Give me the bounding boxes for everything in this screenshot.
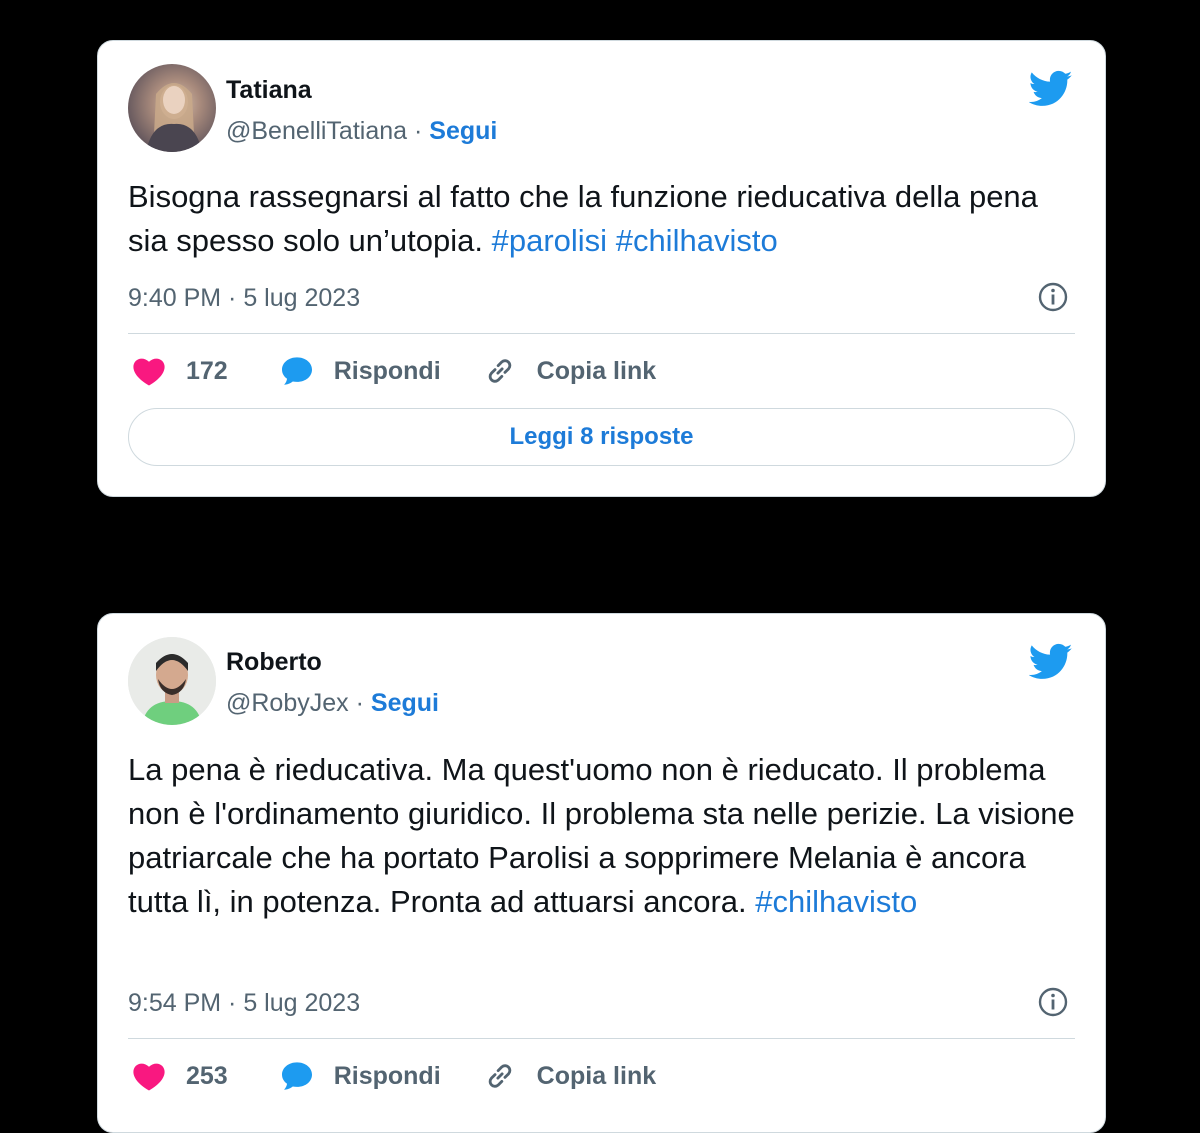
link-icon: [488, 359, 511, 383]
action-bar: 253 Rispondi Copia link: [132, 1056, 656, 1096]
copy-link-button[interactable]: Copia link: [483, 354, 656, 388]
twitter-bird-icon[interactable]: [1029, 70, 1073, 108]
tweet-card: Tatiana @BenelliTatiana · Segui Bisogna …: [97, 40, 1106, 497]
author-name[interactable]: Roberto: [226, 647, 322, 677]
like-button[interactable]: 172: [132, 356, 228, 386]
tweet-text: Bisogna rassegnarsi al fatto che la funz…: [128, 175, 1078, 263]
hashtag-link[interactable]: #parolisi: [492, 223, 607, 258]
copy-link-label: Copia link: [536, 1061, 657, 1090]
read-replies-button[interactable]: Leggi 8 risposte: [128, 408, 1075, 466]
link-icon: [488, 1064, 511, 1088]
reply-label: Rispondi: [333, 1061, 441, 1090]
divider: [128, 1038, 1075, 1039]
author-handle-row: @BenelliTatiana · Segui: [226, 116, 497, 146]
tweet-text: La pena è rieducativa. Ma quest'uomo non…: [128, 748, 1078, 924]
avatar-image: [146, 83, 202, 152]
action-bar: 172 Rispondi Copia link: [132, 351, 656, 391]
tweet-text-body: La pena è rieducativa. Ma quest'uomo non…: [128, 752, 1075, 919]
copy-link-button[interactable]: Copia link: [483, 1059, 656, 1093]
info-icon[interactable]: [1037, 986, 1069, 1018]
separator: ·: [414, 117, 423, 145]
author-handle[interactable]: @BenelliTatiana: [226, 117, 407, 145]
info-icon[interactable]: [1037, 281, 1069, 313]
reply-button[interactable]: Rispondi: [280, 1061, 441, 1091]
heart-icon: [133, 1063, 165, 1091]
reply-label: Rispondi: [333, 356, 441, 385]
hashtag-link[interactable]: #chilhavisto: [616, 223, 778, 258]
like-count: 253: [186, 1061, 228, 1090]
author-handle-row: @RobyJex · Segui: [226, 688, 439, 718]
avatar[interactable]: [128, 637, 216, 725]
reply-button[interactable]: Rispondi: [280, 356, 441, 386]
separator: ·: [355, 689, 364, 717]
like-count: 172: [186, 356, 228, 385]
author-name[interactable]: Tatiana: [226, 75, 312, 105]
like-button[interactable]: 253: [132, 1061, 228, 1091]
avatar[interactable]: [128, 64, 216, 152]
avatar-image: [128, 637, 216, 725]
speech-bubble-icon: [281, 1062, 312, 1090]
tweet-card: Roberto @RobyJex · Segui La pena è riedu…: [97, 613, 1106, 1133]
hashtag-link[interactable]: #chilhavisto: [755, 884, 917, 919]
follow-button[interactable]: Segui: [429, 117, 497, 145]
speech-bubble-icon: [281, 357, 312, 385]
follow-button[interactable]: Segui: [371, 689, 439, 717]
divider: [128, 333, 1075, 334]
author-handle[interactable]: @RobyJex: [226, 689, 349, 717]
twitter-bird-icon[interactable]: [1029, 643, 1073, 681]
tweet-timestamp[interactable]: 9:40 PM · 5 lug 2023: [128, 283, 360, 313]
heart-icon: [133, 358, 165, 386]
tweet-timestamp[interactable]: 9:54 PM · 5 lug 2023: [128, 988, 360, 1018]
copy-link-label: Copia link: [536, 356, 657, 385]
